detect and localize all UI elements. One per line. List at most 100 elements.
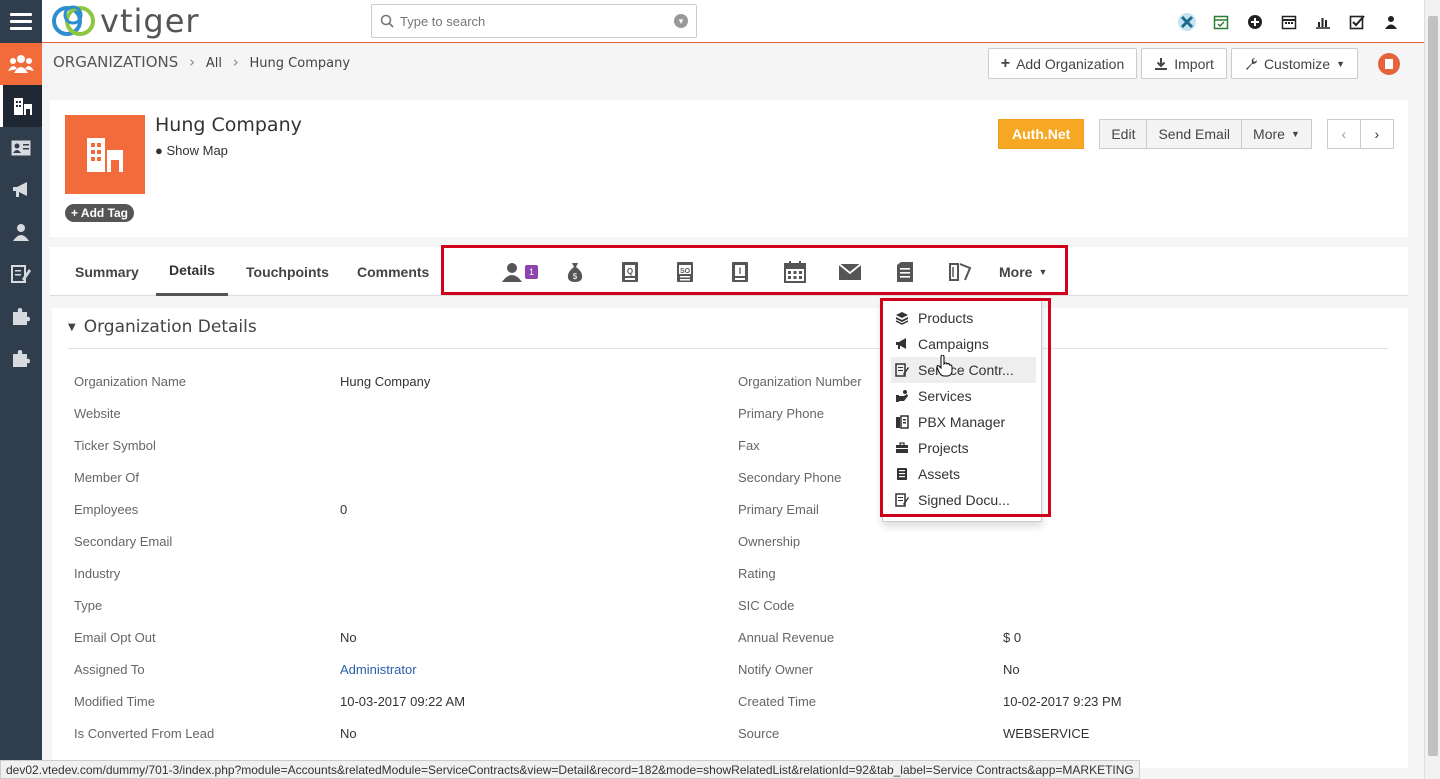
field-value: 10-02-2017 9:23 PM bbox=[1003, 694, 1122, 709]
field-label: Employees bbox=[74, 502, 139, 517]
record-actions: Auth.Net Edit Send Email More ▼ ‹ › bbox=[998, 119, 1394, 149]
field-label: Member Of bbox=[74, 470, 140, 485]
xero-icon[interactable] bbox=[1170, 12, 1204, 32]
header-actions: + Add Organization Import Customize ▼ bbox=[987, 48, 1414, 79]
customize-button[interactable]: Customize ▼ bbox=[1230, 48, 1358, 79]
calendar-check-icon[interactable] bbox=[1204, 12, 1238, 32]
field-label: Industry bbox=[74, 566, 121, 581]
show-map-link[interactable]: ● Show Map bbox=[155, 143, 228, 158]
field-value[interactable]: No bbox=[340, 630, 357, 645]
more-actions-label: More bbox=[1253, 126, 1285, 142]
sidebar-item-extensions-2[interactable] bbox=[0, 337, 42, 379]
section-header[interactable]: ▼ Organization Details bbox=[68, 317, 257, 337]
field-label: Rating bbox=[738, 566, 776, 581]
search-options-icon[interactable]: ▾ bbox=[674, 14, 688, 28]
tab-summary[interactable]: Summary bbox=[75, 247, 139, 296]
wrench-icon bbox=[1245, 57, 1257, 70]
field-value[interactable]: No bbox=[340, 726, 357, 741]
customize-label: Customize bbox=[1263, 55, 1331, 72]
global-search[interactable]: ▾ bbox=[371, 4, 697, 38]
scrollbar-thumb[interactable] bbox=[1428, 16, 1438, 756]
auth-net-button[interactable]: Auth.Net bbox=[998, 119, 1085, 149]
megaphone-icon bbox=[13, 182, 27, 197]
calendar-icon[interactable] bbox=[1272, 12, 1306, 32]
breadcrumb-module[interactable]: ORGANIZATIONS bbox=[53, 53, 178, 71]
building-icon bbox=[13, 98, 32, 115]
plus-icon: + bbox=[1000, 54, 1011, 72]
user-icon[interactable] bbox=[1374, 12, 1408, 32]
field-label: Website bbox=[74, 406, 121, 421]
person-icon bbox=[13, 224, 29, 241]
download-icon bbox=[1155, 57, 1168, 70]
field-label: Organization Number bbox=[738, 374, 862, 389]
field-row: Secondary Email Ownership bbox=[52, 526, 1408, 558]
caret-down-icon: ▼ bbox=[1290, 129, 1300, 139]
organization-icon bbox=[65, 115, 145, 194]
map-marker-icon: ● bbox=[155, 143, 163, 158]
sidebar-item-organizations[interactable] bbox=[0, 85, 42, 127]
status-url: dev02.vtedev.com/dummy/701-3/index.php?m… bbox=[0, 760, 1140, 779]
sidebar-item-campaigns[interactable] bbox=[0, 169, 42, 211]
add-tag-button[interactable]: + Add Tag bbox=[65, 204, 135, 222]
field-row: Email Opt Out No Annual Revenue $ 0 bbox=[52, 622, 1408, 654]
field-value[interactable]: Hung Company bbox=[340, 374, 430, 389]
breadcrumb-record: Hung Company bbox=[249, 56, 351, 71]
breadcrumb-filter[interactable]: All bbox=[206, 56, 222, 71]
puzzle-icon bbox=[13, 308, 30, 325]
field-row: Organization Name Hung Company Organizat… bbox=[52, 366, 1408, 398]
reports-icon[interactable] bbox=[1306, 12, 1340, 32]
sidebar-item-leads[interactable] bbox=[0, 211, 42, 253]
vertical-scrollbar[interactable] bbox=[1424, 0, 1440, 779]
field-value[interactable]: No bbox=[1003, 662, 1020, 677]
vtiger-logo[interactable]: vtiger bbox=[50, 2, 200, 40]
field-label: SIC Code bbox=[738, 598, 795, 613]
field-row: Is Converted From Lead No Source WEBSERV… bbox=[52, 718, 1408, 750]
sidebar-item-forms[interactable] bbox=[0, 253, 42, 295]
vtiger-logo-mark bbox=[52, 5, 95, 36]
tab-details[interactable]: Details bbox=[156, 247, 228, 296]
field-row: Ticker Symbol Fax bbox=[52, 430, 1408, 462]
field-label: Modified Time bbox=[74, 694, 155, 709]
sidebar-item-extensions[interactable] bbox=[0, 295, 42, 337]
field-row: Member Of Secondary Phone bbox=[52, 462, 1408, 494]
field-value[interactable]: 0 bbox=[340, 502, 347, 517]
field-value: 10-03-2017 09:22 AM bbox=[340, 694, 466, 709]
add-icon[interactable] bbox=[1238, 12, 1272, 32]
section-divider bbox=[68, 348, 1388, 349]
field-label: Ownership bbox=[738, 534, 801, 549]
users-group-icon bbox=[8, 55, 34, 73]
field-row: Assigned To Administrator Notify Owner N… bbox=[52, 654, 1408, 686]
search-input[interactable] bbox=[400, 13, 674, 29]
field-row: Modified Time 10-03-2017 09:22 AM Create… bbox=[52, 686, 1408, 718]
brand-name: vtiger bbox=[100, 2, 200, 40]
tab-touchpoints[interactable]: Touchpoints bbox=[246, 247, 329, 296]
sidebar-item-contacts[interactable] bbox=[0, 127, 42, 169]
section-title: Organization Details bbox=[83, 317, 257, 337]
previous-record-button[interactable]: ‹ bbox=[1326, 119, 1361, 149]
next-record-button[interactable]: › bbox=[1359, 119, 1394, 149]
field-label: Is Converted From Lead bbox=[74, 726, 215, 741]
tab-comments[interactable]: Comments bbox=[357, 247, 429, 296]
app-sidebar bbox=[0, 43, 42, 779]
import-label: Import bbox=[1174, 55, 1214, 72]
import-button[interactable]: Import bbox=[1141, 48, 1227, 79]
add-tag-label: Add Tag bbox=[80, 206, 129, 220]
field-value[interactable]: $ 0 bbox=[1003, 630, 1021, 645]
top-icons bbox=[1170, 12, 1408, 32]
record-button-group: Edit Send Email More ▼ bbox=[1099, 119, 1312, 149]
field-value[interactable]: WEBSERVICE bbox=[1003, 726, 1089, 741]
edit-button[interactable]: Edit bbox=[1099, 119, 1148, 149]
add-organization-button[interactable]: + Add Organization bbox=[987, 48, 1138, 79]
tasks-icon[interactable] bbox=[1340, 12, 1374, 32]
assigned-to-link[interactable]: Administrator bbox=[340, 662, 417, 677]
chevron-right-icon: › bbox=[232, 53, 239, 71]
field-label: Email Opt Out bbox=[74, 630, 156, 645]
more-actions-button[interactable]: More ▼ bbox=[1241, 119, 1312, 149]
record-navigation: ‹ › bbox=[1326, 119, 1394, 149]
notes-icon[interactable] bbox=[1378, 52, 1400, 75]
show-map-label: Show Map bbox=[166, 143, 228, 158]
plus-icon: + bbox=[71, 206, 79, 220]
menu-icon[interactable] bbox=[0, 0, 42, 43]
send-email-button[interactable]: Send Email bbox=[1146, 119, 1243, 149]
sidebar-item-marketing[interactable] bbox=[0, 43, 42, 85]
